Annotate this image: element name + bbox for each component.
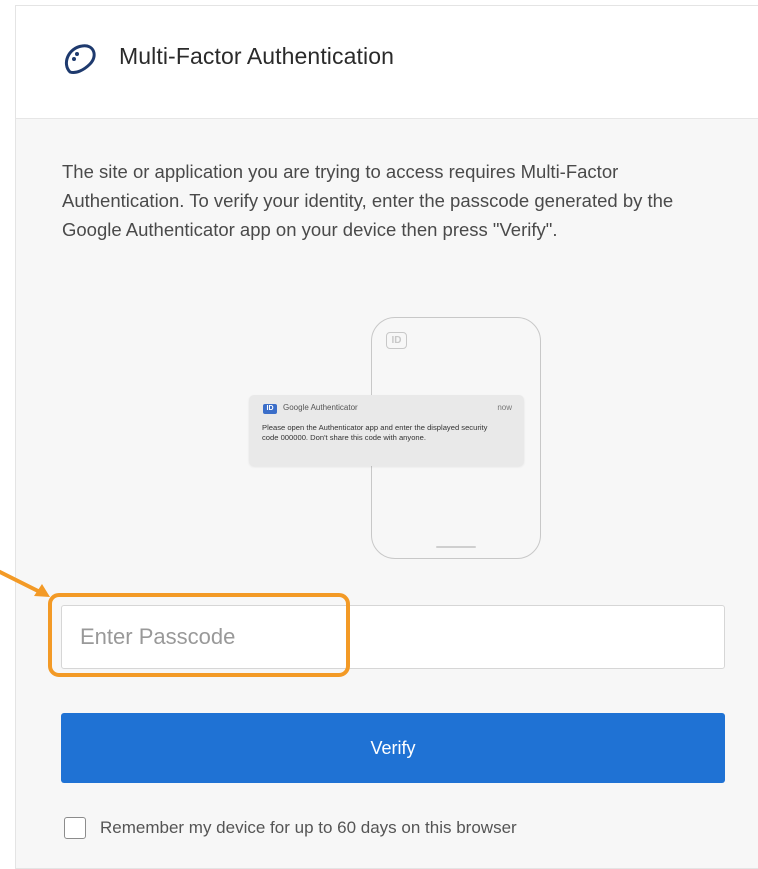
notification-app-icon: ID — [263, 404, 277, 414]
instructions-text: The site or application you are trying t… — [62, 161, 674, 240]
phone-home-bar — [436, 546, 476, 548]
notification-message: Please open the Authenticator app and en… — [262, 423, 488, 442]
remember-device-checkbox[interactable] — [64, 817, 86, 839]
id-badge-icon: ID — [386, 332, 407, 349]
phone-illustration: ID ID Google Authenticator now Please op… — [249, 317, 544, 563]
remember-device-row[interactable]: Remember my device for up to 60 days on … — [64, 815, 517, 841]
passcode-input[interactable] — [61, 605, 725, 669]
notification-app-name: Google Authenticator — [283, 403, 358, 412]
mfa-card: Multi-Factor Authentication The site or … — [15, 5, 758, 869]
page-title: Multi-Factor Authentication — [119, 43, 394, 69]
page: Multi-Factor Authentication The site or … — [0, 0, 758, 869]
infinity-swirl-icon — [65, 44, 96, 74]
notification-card: ID Google Authenticator now Please open … — [249, 395, 524, 466]
card-body: The site or application you are trying t… — [16, 119, 758, 868]
card-header: Multi-Factor Authentication — [16, 6, 758, 119]
verify-button[interactable]: Verify — [61, 713, 725, 783]
remember-device-label[interactable]: Remember my device for up to 60 days on … — [100, 818, 517, 838]
notification-time: now — [497, 403, 512, 412]
